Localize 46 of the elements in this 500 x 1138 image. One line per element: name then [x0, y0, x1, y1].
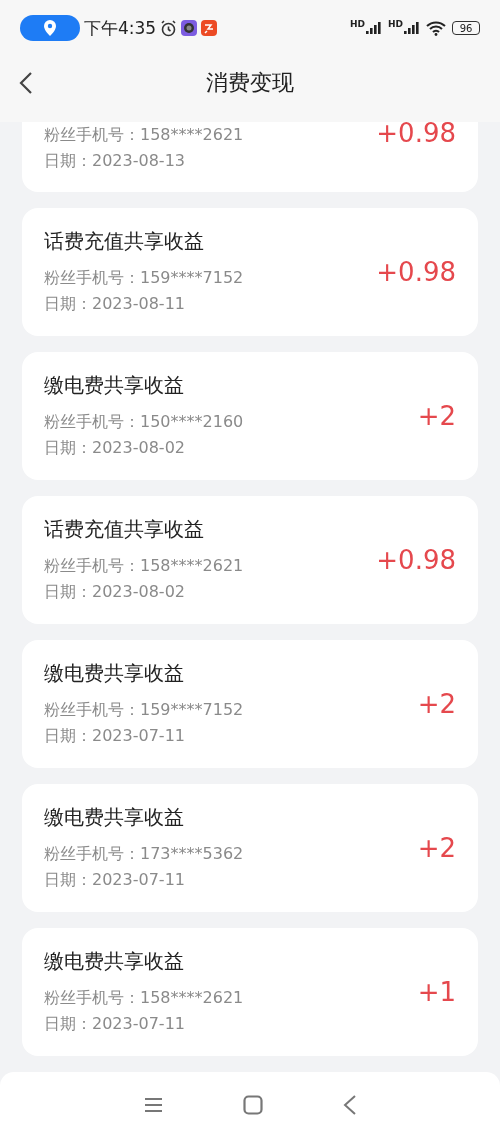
back-nav-button[interactable]: [342, 1095, 357, 1115]
record-date: 日期：2023-08-11: [44, 292, 186, 315]
signal-icon: [366, 22, 382, 34]
fan-phone: 粉丝手机号：159****7152: [44, 698, 245, 721]
earning-amount: +0.98: [376, 257, 456, 287]
record-title: 缴电费共享收益: [44, 803, 185, 831]
fan-phone: 粉丝手机号：150****2160: [44, 410, 245, 433]
back-chevron-icon: [342, 1095, 357, 1115]
record-title: 缴电费共享收益: [44, 947, 185, 975]
record-title: 缴电费共享收益: [44, 659, 185, 687]
page-title: 消费变现: [206, 69, 294, 97]
fan-phone: 粉丝手机号：159****7152: [44, 266, 245, 289]
record-date: 日期：2023-07-11: [44, 868, 186, 891]
record-date: 日期：2023-07-11: [44, 724, 186, 747]
fan-phone: 粉丝手机号：158****2621: [44, 554, 245, 577]
square-icon: [242, 1095, 263, 1115]
earning-amount: +2: [417, 833, 456, 863]
record-title: 话费充值共享收益: [44, 515, 205, 543]
back-chevron-icon: [19, 71, 33, 95]
location-pin-icon: [44, 20, 56, 36]
earning-amount: +0.98: [376, 122, 456, 148]
alarm-clock-icon: [160, 19, 178, 37]
earning-amount: +2: [417, 401, 456, 431]
record-title: 缴电费共享收益: [44, 371, 185, 399]
status-time: 下午4:35: [84, 16, 157, 40]
hd-label: HD: [388, 19, 403, 29]
menu-icon: [143, 1097, 163, 1113]
earning-amount: +1: [417, 977, 456, 1007]
fan-phone: 粉丝手机号：158****2621: [44, 986, 245, 1009]
fan-phone: 粉丝手机号：158****2621: [44, 124, 245, 146]
home-button[interactable]: [242, 1095, 263, 1115]
location-pill[interactable]: [20, 15, 80, 41]
battery-indicator: 96: [452, 21, 480, 35]
record-date: 日期：2023-07-11: [44, 1012, 186, 1035]
record-date: 日期：2023-08-02: [44, 580, 186, 603]
earning-amount: +2: [417, 689, 456, 719]
record-date: 日期：2023-08-02: [44, 436, 186, 459]
wifi-icon: [426, 20, 446, 36]
record-title: 话费充值共享收益: [44, 227, 205, 255]
hd-label: HD: [349, 19, 365, 29]
fan-phone: 粉丝手机号：173****5362: [44, 842, 245, 865]
signal-icon: [404, 22, 420, 34]
earning-amount: +0.98: [376, 545, 456, 575]
record-date: 日期：2023-08-13: [44, 150, 186, 172]
camera-app-icon: [181, 20, 198, 36]
menu-button[interactable]: [143, 1097, 163, 1113]
